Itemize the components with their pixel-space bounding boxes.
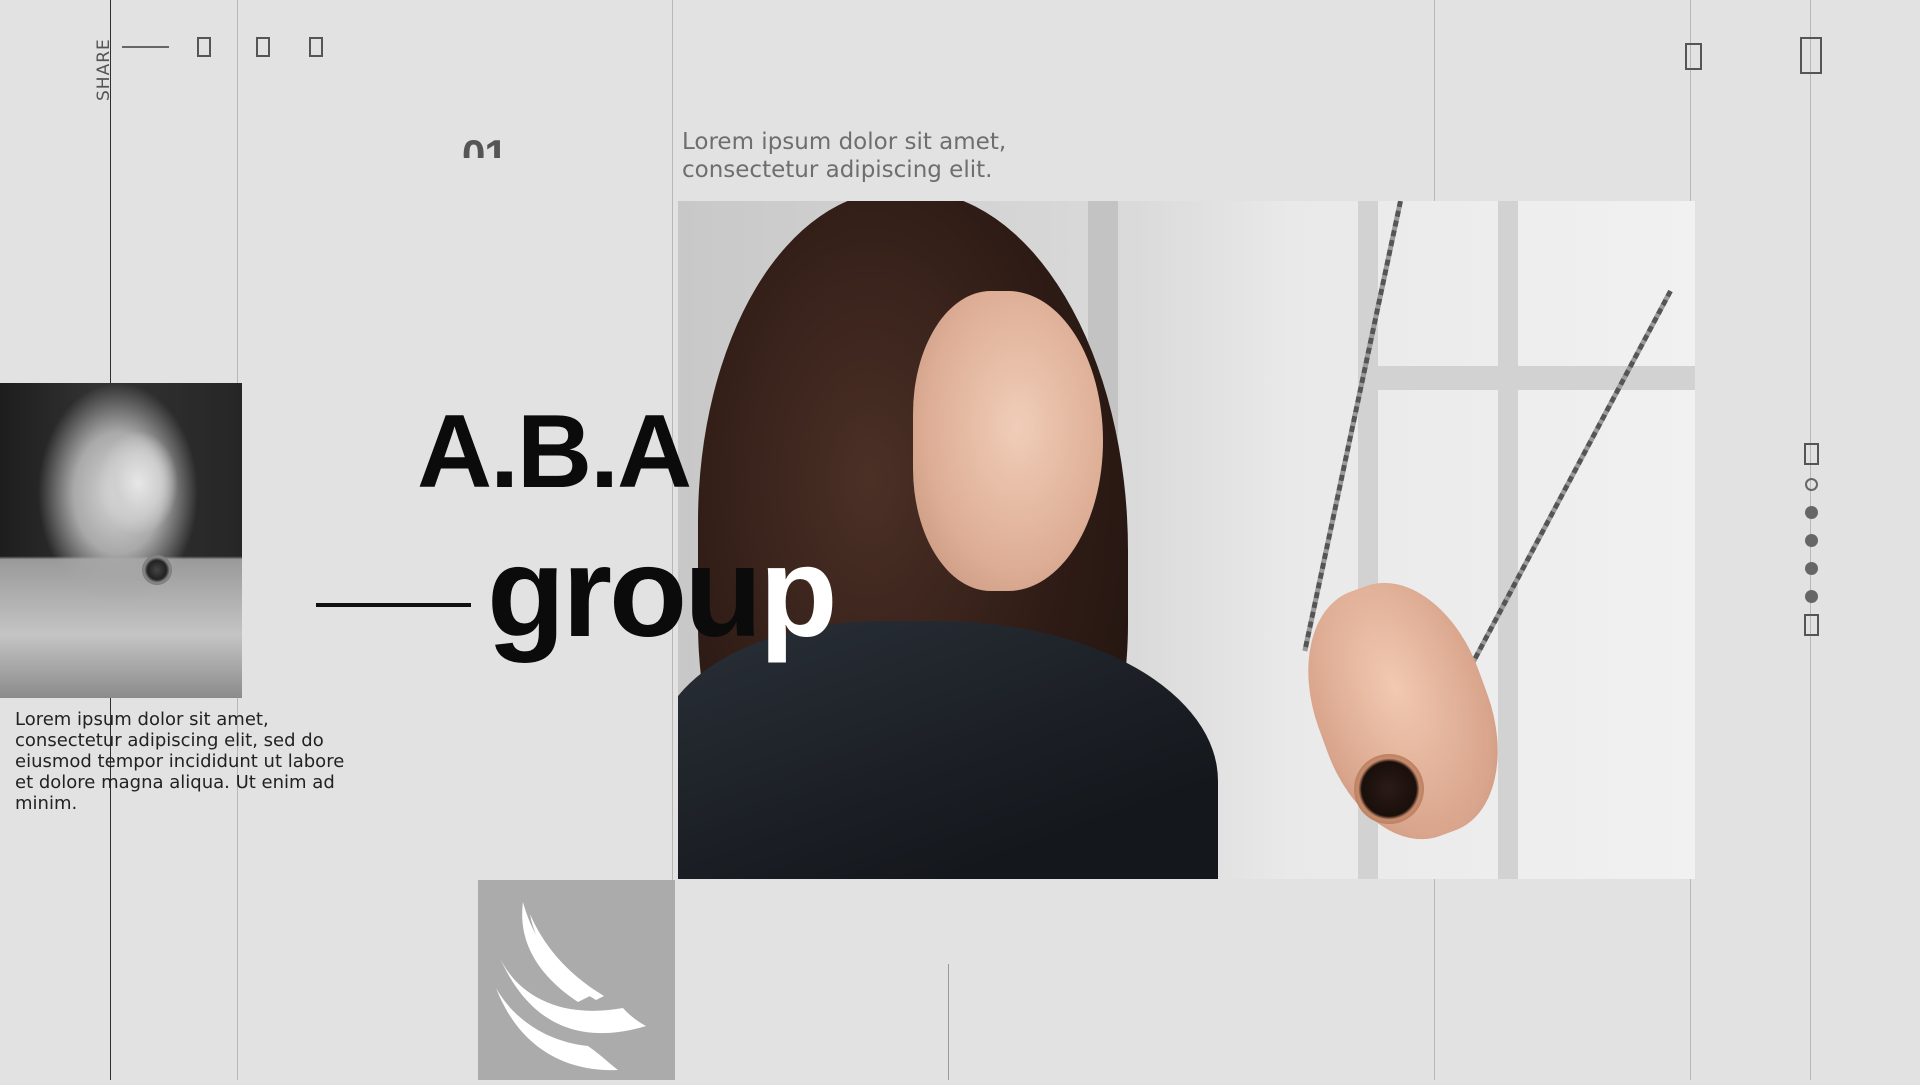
- menu-icon[interactable]: [1800, 37, 1822, 74]
- pager-dot[interactable]: [1805, 534, 1818, 547]
- model-thumbnail-photo: [0, 383, 242, 698]
- slide-tagline: Lorem ipsum dolor sit amet, consectetur …: [682, 129, 1007, 183]
- brand-logo-block: [478, 880, 675, 1080]
- window-frame: [1358, 366, 1695, 390]
- brand-title-part-light: p: [759, 521, 837, 664]
- brand-dash: [316, 603, 471, 607]
- instagram-icon[interactable]: [309, 37, 323, 57]
- slide-number-text: 01: [462, 131, 506, 159]
- arrow-down-icon[interactable]: [1804, 614, 1819, 636]
- share-divider: [122, 46, 169, 48]
- brand-logo-icon: [496, 902, 646, 1071]
- facebook-icon[interactable]: [197, 37, 211, 57]
- guide-line: [948, 964, 949, 1080]
- watch-detail: [142, 555, 172, 585]
- pager-dot[interactable]: [1805, 506, 1818, 519]
- pager-dot[interactable]: [1805, 562, 1818, 575]
- fullscreen-icon[interactable]: [1685, 43, 1702, 70]
- slide-number: 01: [462, 128, 506, 159]
- window-frame: [1498, 201, 1518, 879]
- watch-detail: [1354, 754, 1424, 824]
- share-label: SHARE: [94, 38, 114, 101]
- slide-caption: Lorem ipsum dolor sit amet, consectetur …: [15, 709, 345, 814]
- face-shape: [913, 291, 1103, 591]
- twitter-icon[interactable]: [256, 37, 270, 57]
- pager-dot[interactable]: [1805, 590, 1818, 603]
- brand-title-line2: group: [487, 528, 838, 658]
- brand-title-part-dark: grou: [487, 521, 762, 664]
- pager-dot[interactable]: [1805, 478, 1818, 491]
- brand-title-line1: A.B.A: [417, 394, 692, 510]
- arrow-up-icon[interactable]: [1804, 443, 1819, 465]
